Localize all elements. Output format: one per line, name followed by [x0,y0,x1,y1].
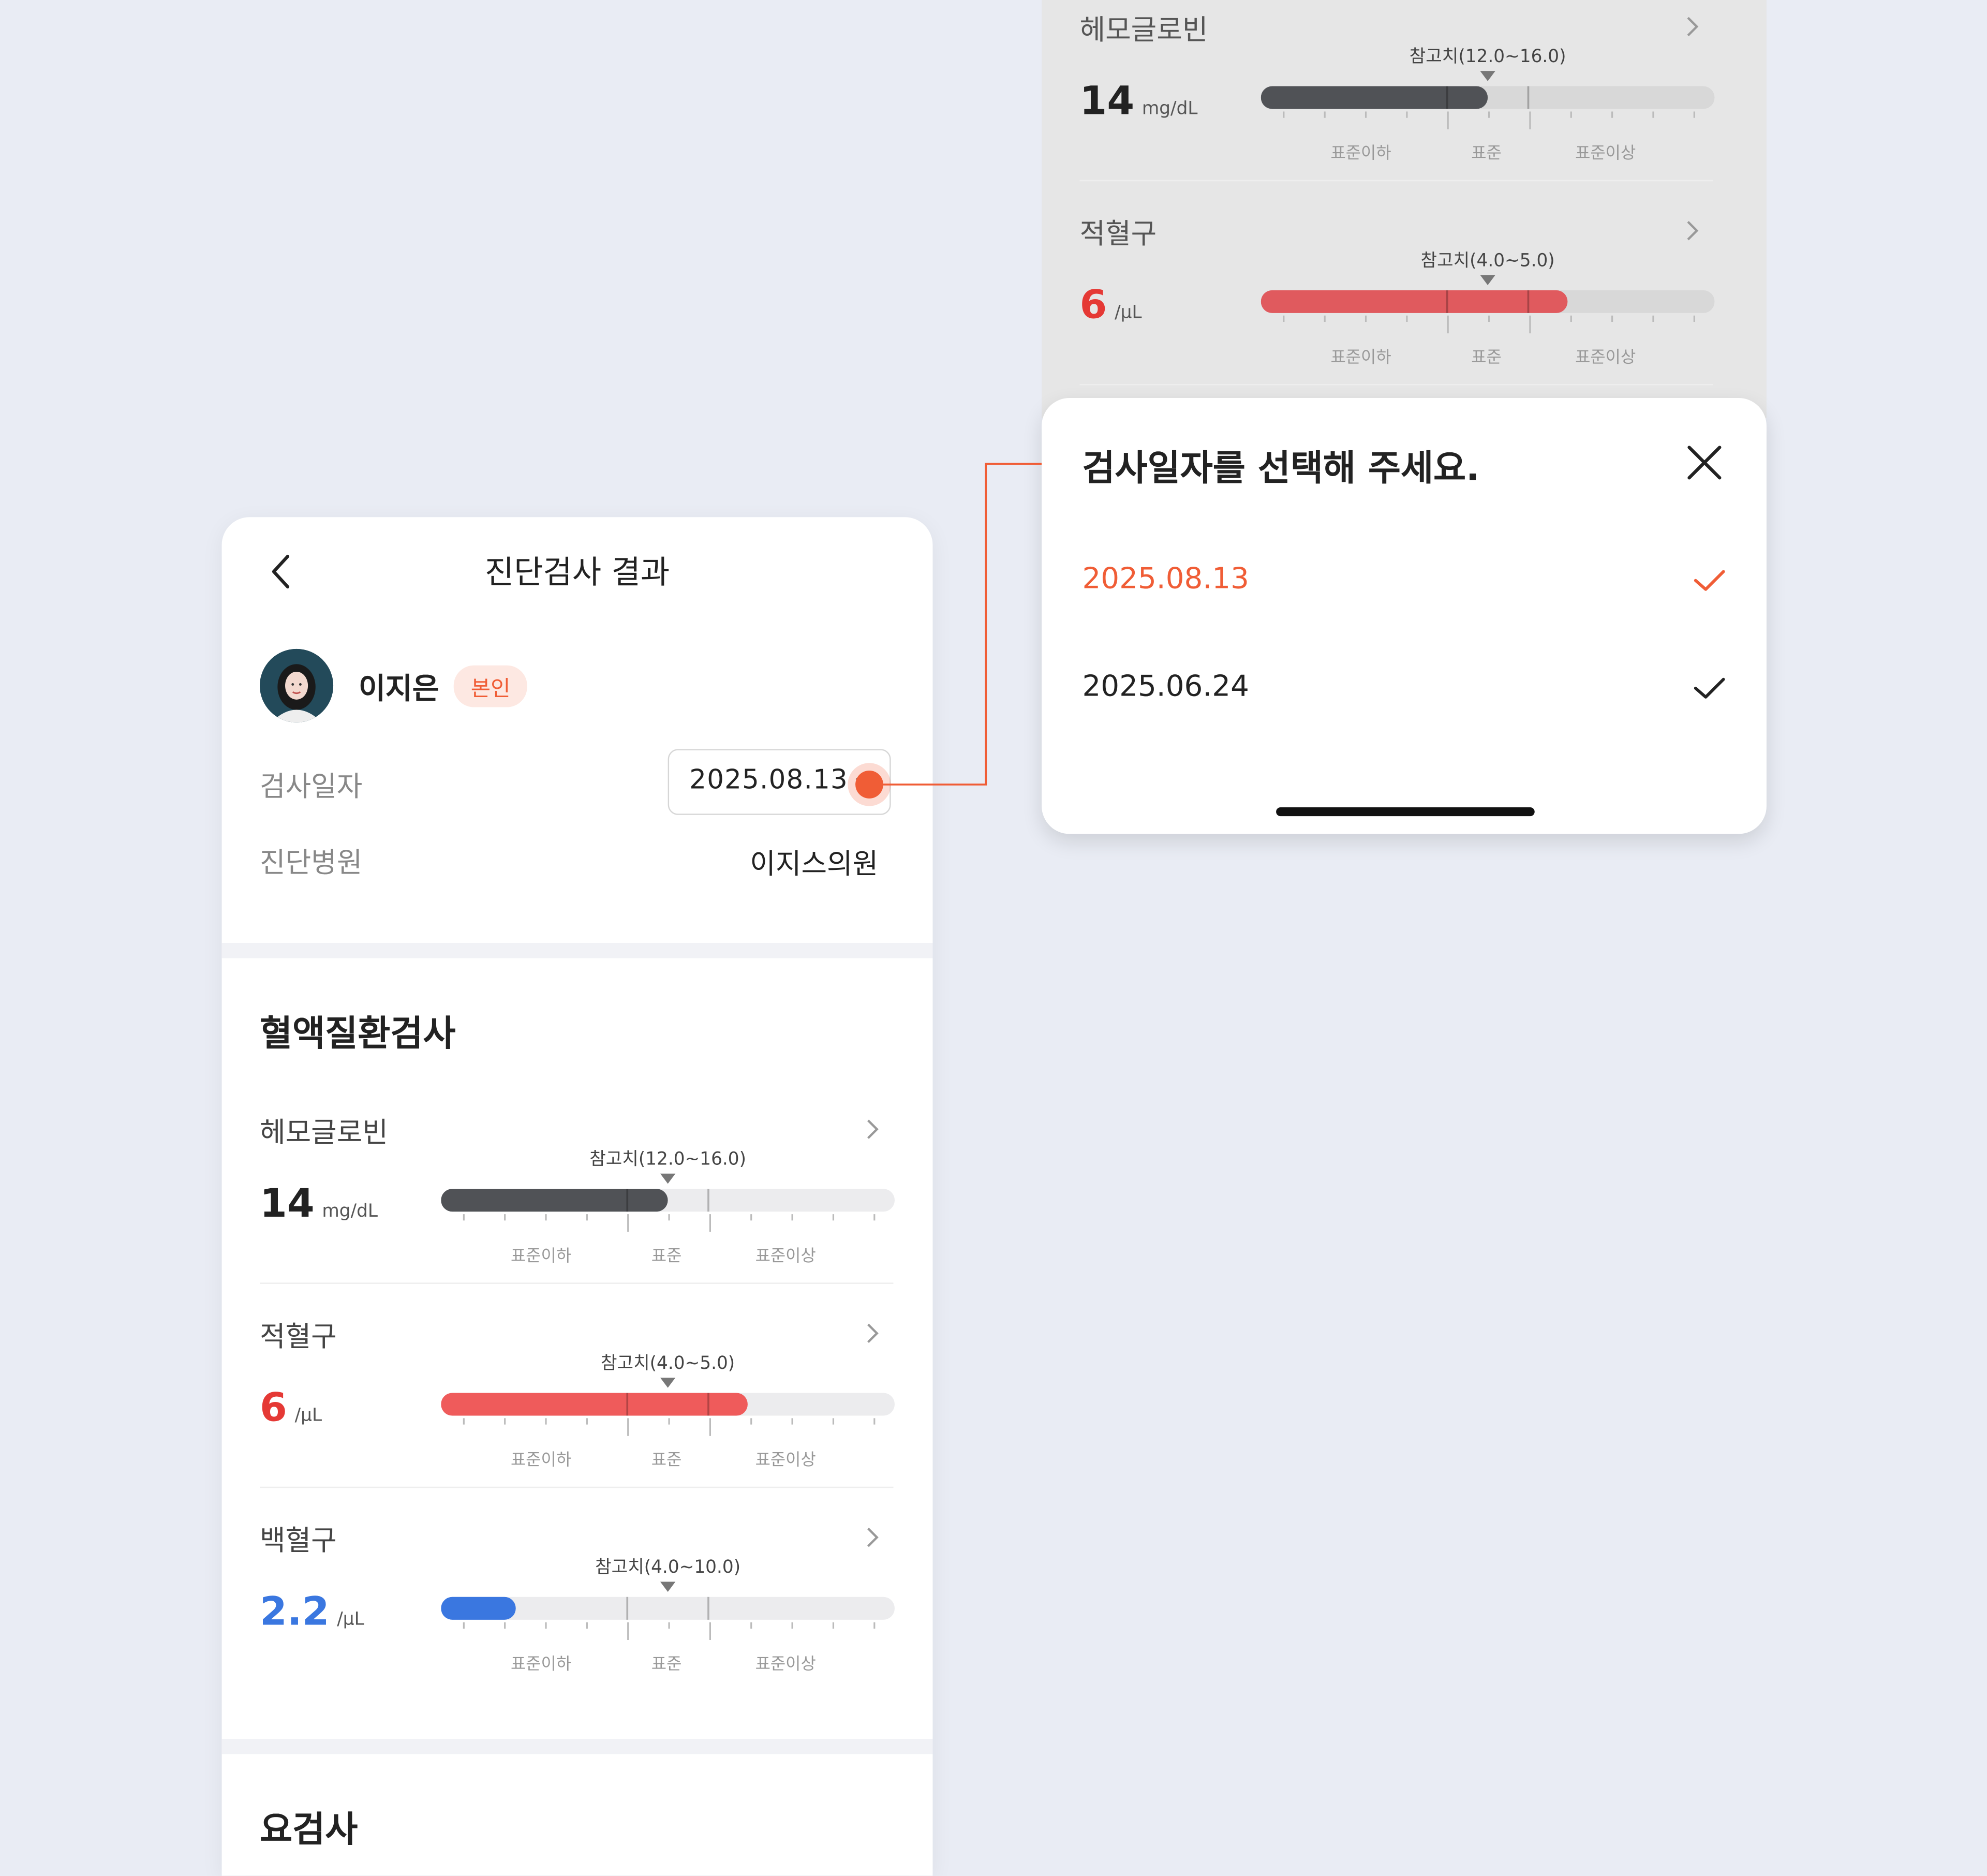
exam-date-value: 2025.08.13 [689,764,848,795]
test-unit: /μL [1115,303,1142,323]
hospital-value: 이지스의원 [750,849,879,881]
reference-range: 참고치(12.0~16.0) [1409,47,1566,67]
chevron-down-icon [855,777,870,788]
item-divider [1079,384,1714,386]
hospital-label: 진단병원 [260,848,363,880]
test-value: 14 mg/dL [1080,79,1198,124]
reference-range: 참고치(4.0~5.0) [601,1353,735,1374]
test-value: 14 mg/dL [260,1181,378,1227]
test-item[interactable]: 백혈구 참고치(4.0~10.0) 2.2/μL 표준이하 표준 표준이상 [260,1518,895,1721]
check-icon [1694,677,1725,699]
level-bar [1261,86,1715,129]
triangle-down-icon [660,1378,676,1388]
test-unit: mg/dL [1141,99,1198,120]
label-normal: 표준 [1471,144,1502,164]
triangle-down-icon [1480,275,1495,286]
item-divider [260,1486,894,1488]
chevron-right-icon [867,1323,879,1343]
test-unit: mg/dL [322,1201,378,1222]
date-option[interactable]: 2025.08.13 [1082,553,1726,616]
test-value-number: 14 [260,1181,315,1227]
date-option[interactable]: 2025.06.24 [1082,660,1726,723]
user-name: 이지은 [359,673,439,706]
test-item[interactable]: 헤모글로빈 참고치(12.0~16.0) 14 mg/dL 표준이하 표준 표준이… [1079,8,1715,211]
section-title-urine: 요검사 [260,1808,358,1851]
level-bar [441,1189,895,1232]
test-value: 2.2/μL [260,1589,364,1635]
level-bar [441,1597,895,1641]
level-bar [441,1393,895,1436]
section-title-blood: 혈액질환검사 [260,1012,456,1055]
test-value-number: 14 [1079,78,1135,125]
home-indicator [1276,807,1535,817]
triangle-down-icon [660,1582,676,1592]
label-high: 표준이상 [755,1451,816,1470]
test-item[interactable]: 적혈구 참고치(4.0~5.0) 6/μL 표준이하 표준 표준이상 [260,1314,895,1517]
test-item[interactable]: 적혈구 참고치(4.0~5.0) 6/μL 표준이하 표준 표준이상 [1079,212,1715,415]
triangle-down-icon [1480,71,1495,81]
label-high: 표준이상 [1575,348,1636,368]
label-normal: 표준 [651,1451,682,1470]
label-low: 표준이하 [510,1655,572,1675]
dimmed-background: 헤모글로빈 참고치(12.0~16.0) 14 mg/dL 표준이하 표준 표준이… [1042,0,1767,419]
section-divider [221,943,933,958]
triangle-down-icon [660,1173,676,1184]
test-value-number: 6 [1079,283,1107,329]
test-name: 적혈구 [1079,219,1157,251]
test-value-number: 6 [260,1385,287,1431]
avatar [260,648,334,722]
reference-range: 참고치(12.0~16.0) [589,1149,747,1170]
header: 진단검사 결과 [222,517,933,624]
section-divider [221,1739,933,1754]
date-select-sheet: 검사일자를 선택해 주세요. 2025.08.13 2025.06.24 [1042,397,1767,834]
label-high: 표준이상 [1575,144,1636,164]
close-icon[interactable] [1685,444,1723,481]
test-value-number: 2.2 [260,1589,330,1635]
label-low: 표준이하 [510,1451,572,1470]
page-title: 진단검사 결과 [484,554,670,591]
test-item[interactable]: 헤모글로빈 참고치(12.0~16.0) 14 mg/dL 표준이하 표준 표준이… [260,1110,895,1313]
item-divider [260,1282,894,1284]
date-picker-screen: 헤모글로빈 참고치(12.0~16.0) 14 mg/dL 표준이하 표준 표준이… [1042,0,1767,834]
label-normal: 표준 [1471,348,1502,368]
label-high: 표준이상 [755,1655,816,1675]
result-screen: 진단검사 결과 이지은 본인 검사일자 2025.08.13 진단병원 이지스의… [221,517,933,1876]
chevron-right-icon [1687,221,1699,241]
chevron-right-icon [1687,17,1699,37]
exam-date-select[interactable]: 2025.08.13 [668,749,891,815]
check-icon [1694,570,1725,591]
label-low: 표준이하 [1330,144,1391,164]
reference-range: 참고치(4.0~10.0) [595,1557,741,1578]
level-bar [1261,290,1715,334]
profile-row: 이지은 본인 [260,647,527,723]
sheet-title: 검사일자를 선택해 주세요. [1082,447,1480,490]
test-name: 헤모글로빈 [1079,15,1208,47]
test-value: 6/μL [1080,283,1142,328]
item-divider [1079,180,1714,182]
test-unit: /μL [337,1609,364,1630]
test-name: 적혈구 [260,1322,337,1354]
test-unit: /μL [294,1405,322,1426]
label-high: 표준이상 [755,1247,816,1266]
chevron-right-icon [867,1527,879,1547]
test-value: 6/μL [260,1385,322,1431]
date-option-label: 2025.08.13 [1082,563,1249,596]
chevron-right-icon [867,1119,879,1139]
date-option-label: 2025.06.24 [1082,670,1249,704]
label-normal: 표준 [651,1655,682,1675]
label-low: 표준이하 [1330,348,1391,368]
self-badge: 본인 [454,664,527,707]
test-name: 백혈구 [260,1526,337,1558]
reference-range: 참고치(4.0~5.0) [1420,250,1555,272]
label-normal: 표준 [651,1247,682,1266]
test-name: 헤모글로빈 [260,1118,388,1150]
label-low: 표준이하 [510,1247,572,1266]
exam-date-label: 검사일자 [260,772,363,804]
